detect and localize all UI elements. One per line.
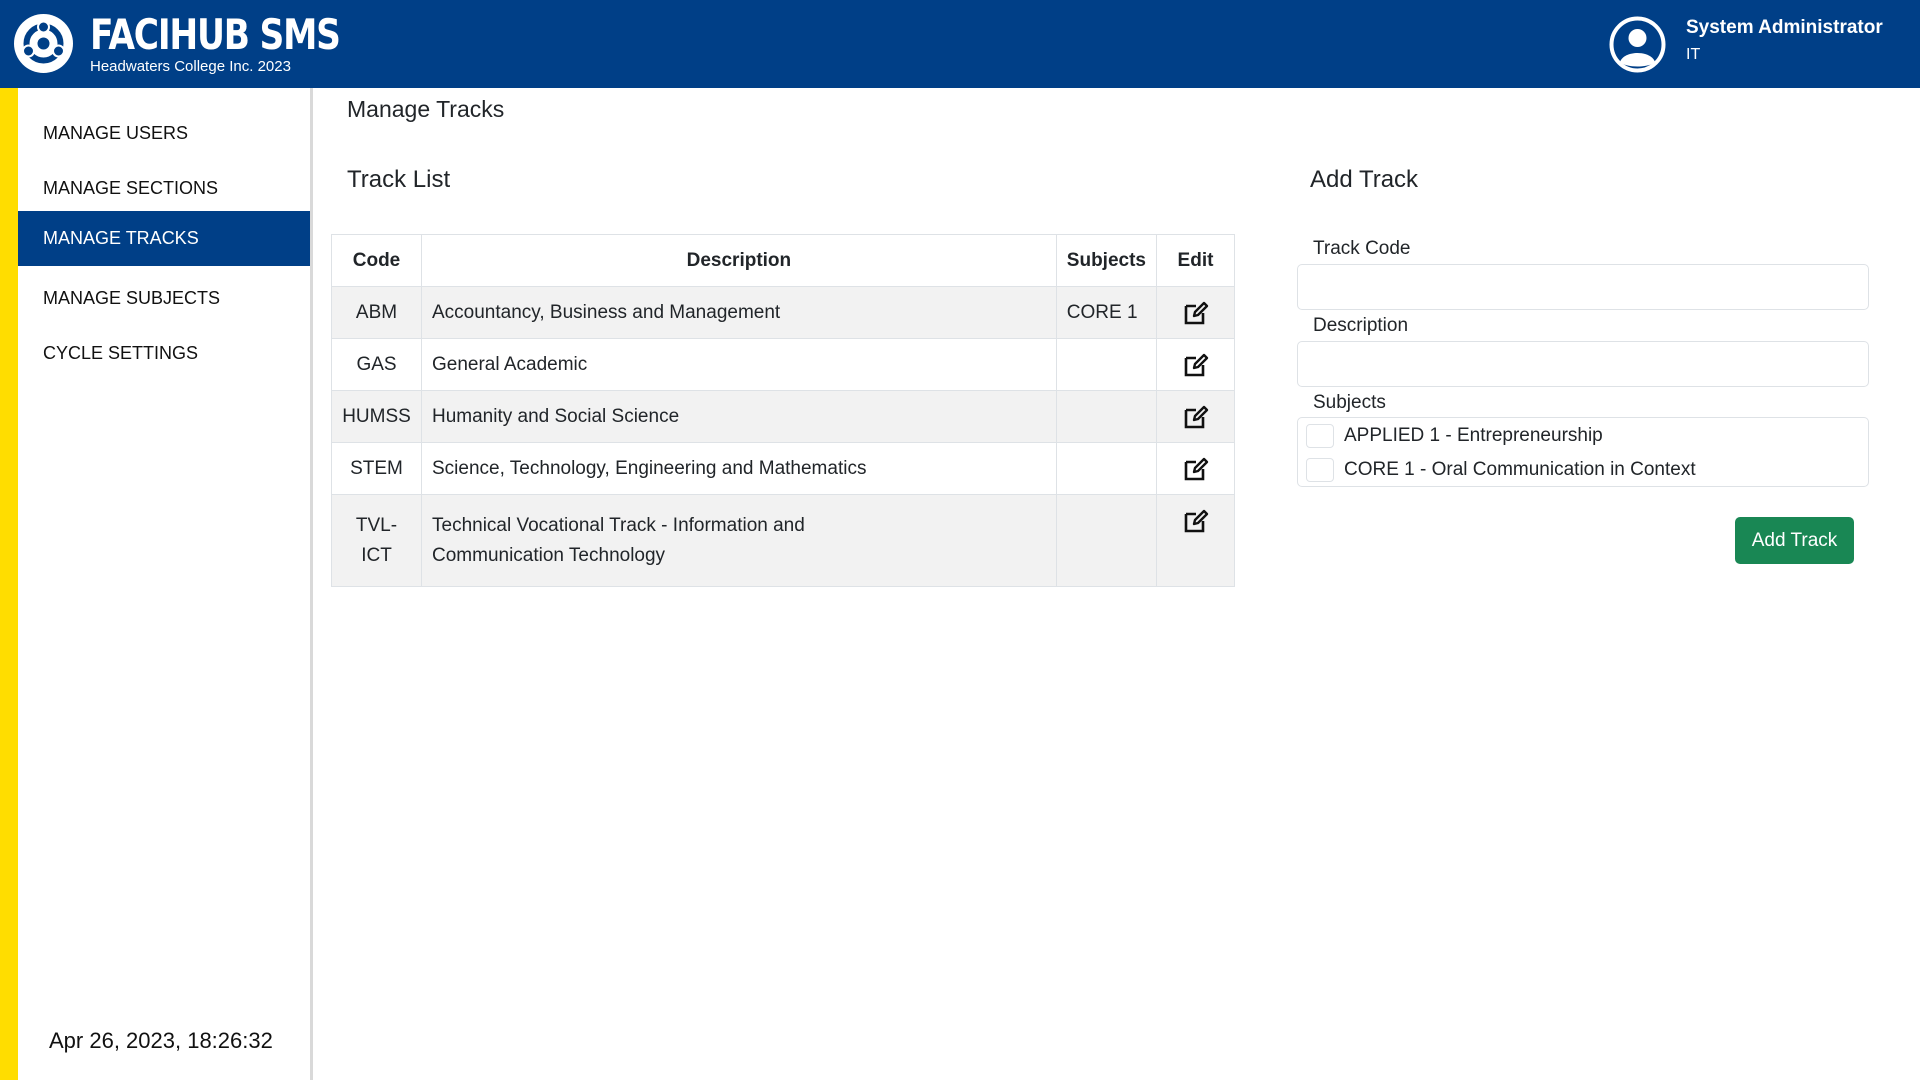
subject-option-label: CORE 1 - Oral Communication in Context xyxy=(1344,459,1696,480)
description-input[interactable] xyxy=(1297,341,1869,387)
track-description: General Academic xyxy=(421,338,1057,391)
sidebar-accent-strip xyxy=(0,88,18,1080)
user-avatar-icon[interactable] xyxy=(1609,16,1666,73)
track-subjects: CORE 1 xyxy=(1055,286,1158,339)
track-subjects xyxy=(1055,338,1158,391)
sidebar-item-manage-users[interactable]: MANAGE USERS xyxy=(18,106,310,161)
edit-icon[interactable] xyxy=(1182,351,1210,379)
add-track-title: Add Track xyxy=(1310,166,1419,193)
track-subjects xyxy=(1055,442,1158,495)
track-code: GAS xyxy=(331,338,422,391)
track-description: Technical Vocational Track - Information… xyxy=(421,494,1057,587)
column-header-edit: Edit xyxy=(1156,234,1235,287)
column-header-description: Description xyxy=(421,234,1057,287)
user-name: System Administrator xyxy=(1686,17,1883,38)
subject-option: APPLIED 1 - Entrepreneurship xyxy=(1306,421,1603,451)
sidebar: MANAGE USERS MANAGE SECTIONS MANAGE TRAC… xyxy=(18,88,310,1080)
sidebar-item-manage-tracks[interactable]: MANAGE TRACKS xyxy=(18,211,310,266)
subject-option-label: APPLIED 1 - Entrepreneurship xyxy=(1344,425,1603,446)
track-description: Humanity and Social Science xyxy=(421,390,1057,443)
track-code: TVL- ICT xyxy=(331,494,422,587)
table-row: ABM Accountancy, Business and Management… xyxy=(331,286,1235,339)
table-header-row: Code Description Subjects Edit xyxy=(331,234,1235,287)
table-row: HUMSS Humanity and Social Science xyxy=(331,390,1235,443)
sidebar-item-label: CYCLE SETTINGS xyxy=(43,343,199,363)
sidebar-item-label: MANAGE TRACKS xyxy=(43,228,199,248)
edit-cell xyxy=(1156,390,1235,443)
college-logo-icon xyxy=(14,14,73,73)
sidebar-item-cycle-settings[interactable]: CYCLE SETTINGS xyxy=(18,326,310,381)
sidebar-clock: Apr 26, 2023, 18:26:32 xyxy=(49,1028,273,1053)
edit-cell xyxy=(1156,442,1235,495)
top-header: FACIHUB SMS Headwaters College Inc. 2023… xyxy=(0,0,1920,88)
track-description: Science, Technology, Engineering and Mat… xyxy=(421,442,1057,495)
description-label: Description xyxy=(1313,315,1409,336)
track-code: STEM xyxy=(331,442,422,495)
track-description: Accountancy, Business and Management xyxy=(421,286,1057,339)
track-code-input[interactable] xyxy=(1297,264,1869,310)
track-subjects xyxy=(1055,494,1158,587)
track-subjects xyxy=(1055,390,1158,443)
sidebar-item-label: MANAGE USERS xyxy=(43,123,189,143)
column-header-subjects: Subjects xyxy=(1055,234,1158,287)
add-track-button[interactable]: Add Track xyxy=(1735,517,1854,564)
subject-checkbox[interactable] xyxy=(1306,458,1334,482)
table-row: GAS General Academic xyxy=(331,338,1235,391)
subjects-list: APPLIED 1 - Entrepreneurship CORE 1 - Or… xyxy=(1297,417,1869,487)
track-code-label: Track Code xyxy=(1313,238,1411,259)
sidebar-divider xyxy=(310,88,313,1080)
edit-icon[interactable] xyxy=(1182,299,1210,327)
track-code: HUMSS xyxy=(331,390,422,443)
edit-cell xyxy=(1156,338,1235,391)
edit-icon[interactable] xyxy=(1182,455,1210,483)
subjects-label: Subjects xyxy=(1313,392,1386,413)
track-list-title: Track List xyxy=(347,166,451,193)
table-row: STEM Science, Technology, Engineering an… xyxy=(331,442,1235,495)
brand-title: FACIHUB SMS xyxy=(90,10,341,59)
sidebar-item-manage-sections[interactable]: MANAGE SECTIONS xyxy=(18,161,310,216)
track-table: Code Description Subjects Edit ABM Accou… xyxy=(331,234,1235,587)
subject-option: CORE 1 - Oral Communication in Context xyxy=(1306,455,1696,485)
sidebar-item-label: MANAGE SUBJECTS xyxy=(43,288,221,308)
edit-cell xyxy=(1156,494,1235,587)
edit-cell xyxy=(1156,286,1235,339)
page-title: Manage Tracks xyxy=(347,96,505,122)
brand-subtitle: Headwaters College Inc. 2023 xyxy=(90,58,291,75)
subject-checkbox[interactable] xyxy=(1306,424,1334,448)
track-code: ABM xyxy=(331,286,422,339)
edit-icon[interactable] xyxy=(1182,403,1210,431)
edit-icon[interactable] xyxy=(1182,507,1210,535)
column-header-code: Code xyxy=(331,234,422,287)
user-department: IT xyxy=(1686,46,1701,63)
sidebar-item-manage-subjects[interactable]: MANAGE SUBJECTS xyxy=(18,271,310,326)
table-row: TVL- ICT Technical Vocational Track - In… xyxy=(331,494,1235,587)
sidebar-item-label: MANAGE SECTIONS xyxy=(43,178,219,198)
